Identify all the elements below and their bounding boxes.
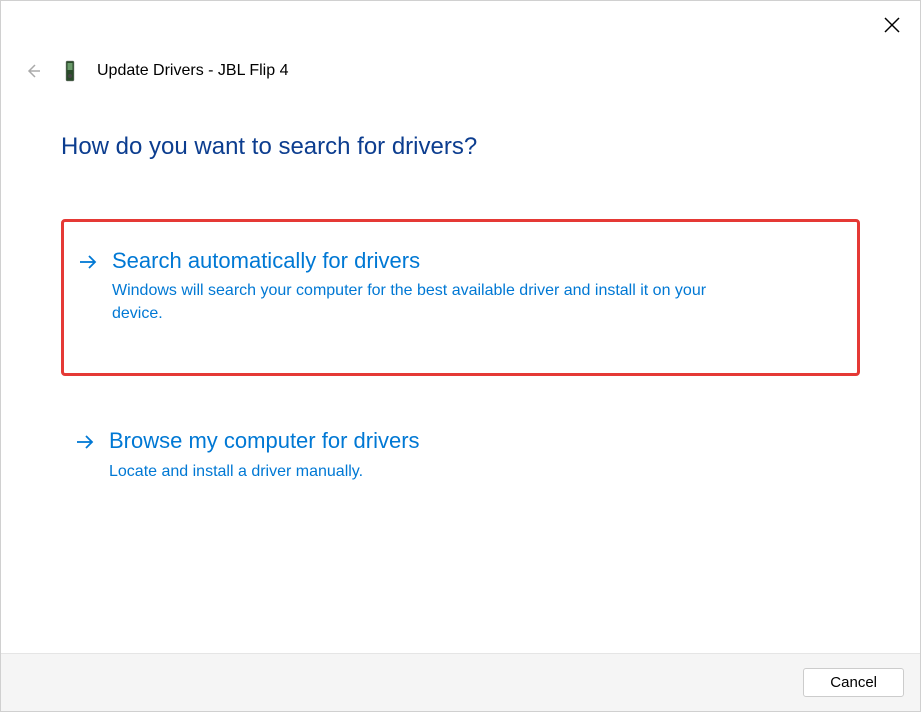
back-arrow-icon <box>25 63 41 79</box>
option-description: Windows will search your computer for th… <box>112 280 752 325</box>
dialog-footer: Cancel <box>1 653 920 711</box>
cancel-button[interactable]: Cancel <box>803 668 904 697</box>
arrow-right-icon <box>75 432 95 458</box>
option-search-automatically[interactable]: Search automatically for drivers Windows… <box>61 219 860 376</box>
close-icon <box>884 17 900 33</box>
dialog-title: Update Drivers - JBL Flip 4 <box>97 62 288 80</box>
device-icon <box>61 59 79 83</box>
update-drivers-dialog: Update Drivers - JBL Flip 4 How do you w… <box>0 0 921 712</box>
option-text-block: Search automatically for drivers Windows… <box>112 248 752 325</box>
dialog-content: How do you want to search for drivers? S… <box>1 83 920 653</box>
close-button[interactable] <box>876 9 908 41</box>
arrow-right-icon <box>78 252 98 278</box>
option-title: Search automatically for drivers <box>112 248 752 274</box>
option-text-block: Browse my computer for drivers Locate an… <box>109 428 420 483</box>
page-heading: How do you want to search for drivers? <box>61 133 860 161</box>
back-button <box>23 63 43 79</box>
option-title: Browse my computer for drivers <box>109 428 420 454</box>
option-browse-computer[interactable]: Browse my computer for drivers Locate an… <box>61 410 860 501</box>
option-description: Locate and install a driver manually. <box>109 461 420 483</box>
dialog-header: Update Drivers - JBL Flip 4 <box>1 41 920 83</box>
